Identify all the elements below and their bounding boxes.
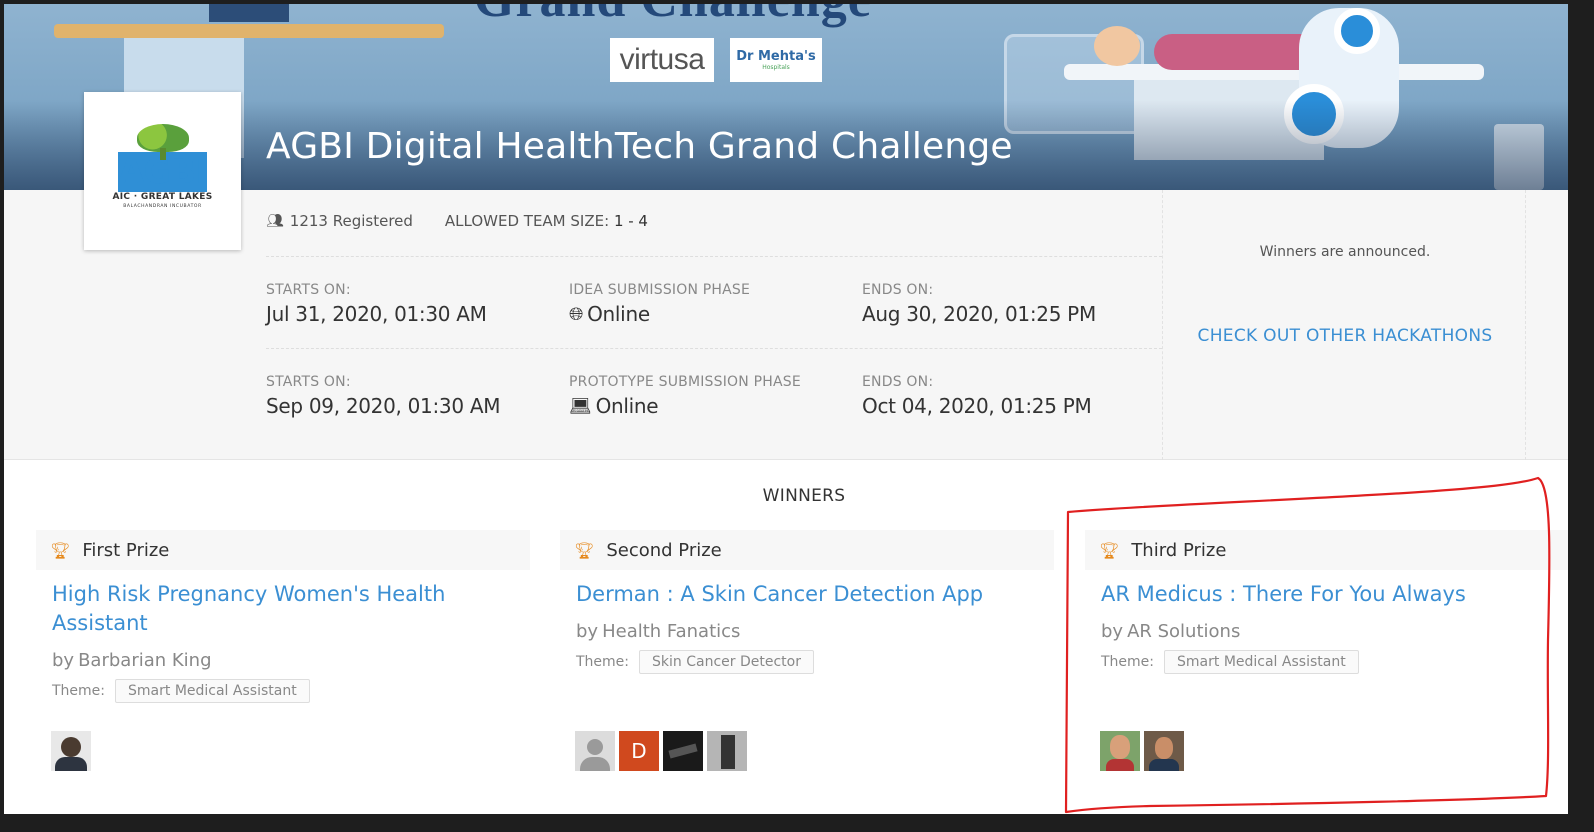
start-date: Sep 09, 2020, 01:30 AM bbox=[266, 394, 501, 418]
theme-label: Theme: bbox=[576, 654, 630, 670]
start-date: Jul 31, 2020, 01:30 AM bbox=[266, 302, 487, 326]
other-hackathons-link[interactable]: CHECK OUT OTHER HACKATHONS bbox=[1163, 326, 1527, 346]
phase-mode: 💻︎ Online bbox=[569, 394, 801, 418]
banner-illustration-patient-head bbox=[1094, 26, 1140, 66]
team-byline: by Barbarian King bbox=[52, 650, 530, 671]
start-label: STARTS ON: bbox=[266, 282, 351, 298]
avatar[interactable] bbox=[1144, 731, 1184, 771]
status-text: Winners are announced. bbox=[1259, 244, 1431, 260]
event-meta: 👥︎ 1213 Registered ALLOWED TEAM SIZE: 1 … bbox=[266, 212, 648, 230]
banner-illustration-desk bbox=[54, 24, 444, 38]
prize-rank: Second Prize bbox=[606, 539, 722, 561]
trophy-icon: 🏆︎ bbox=[574, 540, 595, 560]
theme-tag: Skin Cancer Detector bbox=[639, 650, 814, 674]
team-byline: by Health Fanatics bbox=[576, 621, 1054, 642]
prize-header: 🏆︎ First Prize bbox=[36, 530, 530, 570]
team-avatars-first bbox=[51, 731, 91, 771]
sponsor-logo-virtusa: virtusa bbox=[610, 38, 714, 82]
phase-1-start: STARTS ON: Jul 31, 2020, 01:30 AM bbox=[266, 282, 487, 326]
banner-illustration-robot-eye bbox=[1334, 8, 1380, 54]
team-name: Barbarian King bbox=[78, 650, 212, 671]
theme-row: Theme: Smart Medical Assistant bbox=[1101, 650, 1568, 674]
avatar[interactable]: D bbox=[619, 731, 659, 771]
theme-row: Theme: Smart Medical Assistant bbox=[52, 679, 530, 703]
phase-2-name: PROTOTYPE SUBMISSION PHASE 💻︎ Online bbox=[569, 374, 801, 418]
end-date: Oct 04, 2020, 01:25 PM bbox=[862, 394, 1092, 418]
end-label: ENDS ON: bbox=[862, 282, 934, 298]
sponsor-name: Dr Mehta's bbox=[736, 49, 816, 64]
registered-count: 1213 Registered bbox=[289, 212, 413, 230]
avatar[interactable] bbox=[575, 731, 615, 771]
phase-label: IDEA SUBMISSION PHASE bbox=[569, 282, 751, 298]
phase-label: PROTOTYPE SUBMISSION PHASE bbox=[569, 374, 801, 390]
prize-card-second: 🏆︎ Second Prize Derman : A Skin Cancer D… bbox=[560, 530, 1054, 674]
by-label: by bbox=[576, 621, 599, 642]
team-name: AR Solutions bbox=[1127, 621, 1241, 642]
phase-2-end: ENDS ON: Oct 04, 2020, 01:25 PM bbox=[862, 374, 1092, 418]
avatar-initial: D bbox=[631, 739, 647, 763]
prize-header: 🏆︎ Second Prize bbox=[560, 530, 1054, 570]
team-avatars-third bbox=[1100, 731, 1184, 771]
theme-tag: Smart Medical Assistant bbox=[1164, 650, 1359, 674]
project-title-link[interactable]: Derman : A Skin Cancer Detection App bbox=[576, 580, 1016, 609]
status-panel: Winners are announced. CHECK OUT OTHER H… bbox=[1162, 190, 1526, 460]
by-label: by bbox=[1101, 621, 1124, 642]
phase-1-end: ENDS ON: Aug 30, 2020, 01:25 PM bbox=[862, 282, 1096, 326]
divider bbox=[266, 256, 1162, 257]
theme-tag: Smart Medical Assistant bbox=[115, 679, 310, 703]
team-size-value: 1 - 4 bbox=[613, 212, 648, 230]
project-title-link[interactable]: AR Medicus : There For You Always bbox=[1101, 580, 1541, 609]
theme-label: Theme: bbox=[52, 683, 106, 699]
start-label: STARTS ON: bbox=[266, 374, 351, 390]
phase-mode: 🌐︎ Online bbox=[569, 302, 750, 326]
prize-header: 🏆︎ Third Prize bbox=[1085, 530, 1568, 570]
users-icon: 👥︎ bbox=[266, 213, 284, 229]
tree-icon bbox=[136, 124, 189, 160]
page: Grand Challenge virtusa Dr Mehta's Hospi… bbox=[4, 4, 1568, 814]
organizer-logo: AGBI AIC · GREAT LAKES BALACHANDRAN INCU… bbox=[84, 92, 241, 250]
logo-tagline: BALACHANDRAN INCUBATOR bbox=[123, 204, 202, 209]
trophy-icon: 🏆︎ bbox=[1099, 540, 1120, 560]
project-title-link[interactable]: High Risk Pregnancy Women's Health Assis… bbox=[52, 580, 492, 638]
prize-rank: First Prize bbox=[82, 539, 170, 561]
team-size-label: ALLOWED TEAM SIZE: bbox=[444, 212, 610, 230]
phase-2-start: STARTS ON: Sep 09, 2020, 01:30 AM bbox=[266, 374, 500, 418]
theme-label: Theme: bbox=[1101, 654, 1155, 670]
banner-illustration-monitor bbox=[209, 4, 289, 22]
phase-mode-value: Online bbox=[587, 302, 650, 326]
team-byline: by AR Solutions bbox=[1101, 621, 1568, 642]
event-title: AGBI Digital HealthTech Grand Challenge bbox=[266, 126, 1013, 167]
by-label: by bbox=[52, 650, 75, 671]
divider bbox=[266, 348, 1162, 349]
trophy-icon: 🏆︎ bbox=[50, 540, 71, 560]
team-avatars-second: D bbox=[575, 731, 747, 771]
prize-card-third: 🏆︎ Third Prize AR Medicus : There For Yo… bbox=[1085, 530, 1568, 674]
avatar[interactable] bbox=[51, 731, 91, 771]
globe-icon: 🌐︎ bbox=[569, 303, 584, 325]
sponsor-logo-mehta: Dr Mehta's Hospitals bbox=[730, 38, 822, 82]
laptop-icon: 💻︎ bbox=[569, 395, 592, 417]
prize-card-first: 🏆︎ First Prize High Risk Pregnancy Women… bbox=[36, 530, 530, 703]
phase-mode-value: Online bbox=[595, 394, 659, 418]
avatar[interactable] bbox=[1100, 731, 1140, 771]
winners-heading: WINNERS bbox=[762, 486, 846, 506]
end-date: Aug 30, 2020, 01:25 PM bbox=[862, 302, 1096, 326]
phase-1-name: IDEA SUBMISSION PHASE 🌐︎ Online bbox=[569, 282, 750, 326]
logo-subtitle: AIC · GREAT LAKES bbox=[112, 192, 213, 202]
avatar[interactable] bbox=[663, 731, 703, 771]
team-name: Health Fanatics bbox=[602, 621, 741, 642]
sponsor-subname: Hospitals bbox=[762, 64, 790, 71]
team-size: ALLOWED TEAM SIZE: 1 - 4 bbox=[445, 212, 648, 230]
avatar[interactable] bbox=[707, 731, 747, 771]
end-label: ENDS ON: bbox=[862, 374, 934, 390]
banner-top-title: Grand Challenge bbox=[474, 4, 872, 29]
prize-rank: Third Prize bbox=[1131, 539, 1227, 561]
theme-row: Theme: Skin Cancer Detector bbox=[576, 650, 1054, 674]
sponsor-name: virtusa bbox=[619, 43, 705, 76]
